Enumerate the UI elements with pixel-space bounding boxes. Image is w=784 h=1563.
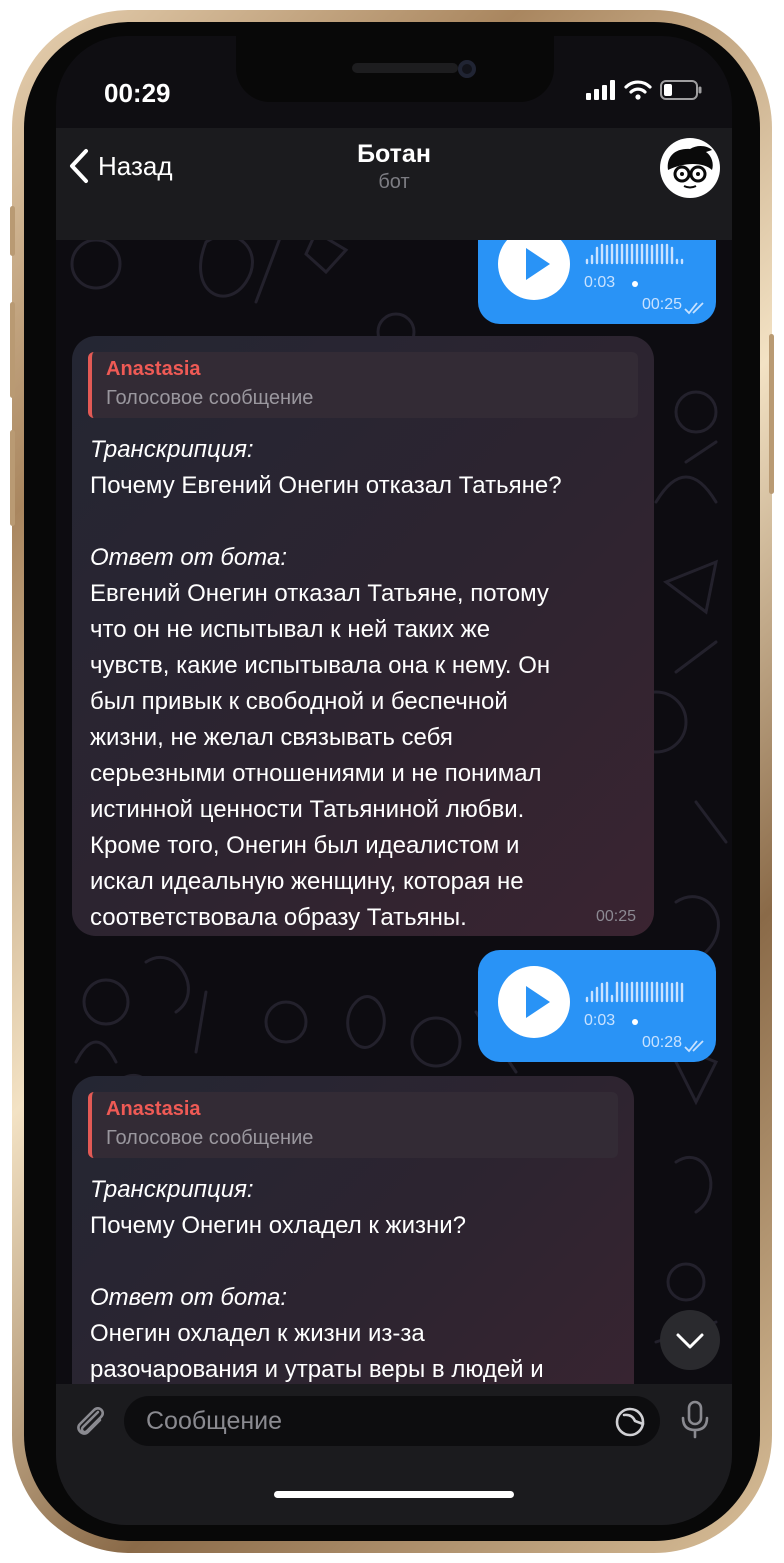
status-time: 00:29 xyxy=(104,78,171,108)
transcription-label: Транскрипция: xyxy=(90,436,254,463)
voice-waveform xyxy=(585,981,684,1003)
sticker-icon[interactable] xyxy=(614,1406,646,1438)
reply-preview[interactable]: Anastasia Голосовое сообщение xyxy=(88,1092,618,1158)
unplayed-dot xyxy=(632,1019,638,1025)
answer-label: Ответ от бота: xyxy=(90,1284,287,1311)
double-check-icon xyxy=(684,1040,704,1053)
microphone-icon[interactable] xyxy=(678,1400,712,1440)
chat-header: Назад Ботан бот xyxy=(56,128,732,240)
answer-line: искал идеальную женщину, которая не xyxy=(90,868,524,895)
home-indicator[interactable] xyxy=(274,1491,514,1498)
mute-switch xyxy=(10,206,15,256)
message-time: 00:28 xyxy=(641,1034,682,1051)
reply-snippet: Голосовое сообщение xyxy=(106,387,314,409)
message-input-bar xyxy=(56,1384,732,1525)
answer-line: разочарования и утраты веры в людей и xyxy=(90,1356,544,1383)
reply-author: Anastasia xyxy=(106,1098,201,1120)
battery-icon xyxy=(660,80,702,100)
status-icons xyxy=(586,80,702,100)
answer-line: соответствовала образу Татьяны. xyxy=(90,904,467,931)
answer-label: Ответ от бота: xyxy=(90,544,287,571)
outgoing-voice-message[interactable]: 0:03 00:28 xyxy=(478,950,716,1062)
front-camera xyxy=(458,60,476,78)
reply-author: Anastasia xyxy=(106,358,201,380)
answer-line: чувств, какие испытывала она к нему. Он xyxy=(90,652,551,679)
voice-duration: 0:03 xyxy=(584,274,616,291)
nerd-glasses-avatar xyxy=(667,146,713,189)
power-button xyxy=(769,334,774,494)
voice-duration: 0:03 xyxy=(584,1012,616,1029)
message-time: 00:25 xyxy=(641,296,682,313)
paperclip-icon[interactable] xyxy=(72,1404,108,1440)
chevron-down-icon xyxy=(676,1333,704,1349)
transcription-text: Почему Онегин охладел к жизни? xyxy=(90,1212,467,1239)
answer-line: истинной ценности Татьяниной любви. xyxy=(90,796,525,823)
play-icon xyxy=(526,986,550,1018)
message-time: 00:25 xyxy=(595,908,636,925)
answer-line: Онегин охладел к жизни из-за xyxy=(90,1320,425,1347)
voice-waveform xyxy=(585,243,684,265)
reply-preview[interactable]: Anastasia Голосовое сообщение xyxy=(88,352,638,418)
reply-snippet: Голосовое сообщение xyxy=(106,1127,314,1149)
answer-line: серьезными отношениями и не понимал xyxy=(90,760,542,787)
answer-line: жизни, не желал связывать себя xyxy=(90,724,453,751)
answer-line: Кроме того, Онегин был идеалистом и xyxy=(90,832,520,859)
message-text: Транскрипция: Почему Евгений Онегин отка… xyxy=(90,432,562,936)
message-input[interactable] xyxy=(124,1396,660,1446)
transcription-label: Транскрипция: xyxy=(90,1176,254,1203)
cellular-signal-icon xyxy=(586,80,615,100)
earpiece-speaker xyxy=(352,63,458,73)
double-check-icon xyxy=(684,302,704,315)
phone-screen: 00:29 Назад Ботан бот 0:03 00:25 Anastas… xyxy=(56,36,732,1525)
unplayed-dot xyxy=(632,281,638,287)
incoming-text-message[interactable]: Anastasia Голосовое сообщение Транскрипц… xyxy=(72,1076,634,1384)
message-text: Транскрипция: Почему Онегин охладел к жи… xyxy=(90,1172,544,1384)
answer-line: был привык к свободной и беспечной xyxy=(90,688,508,715)
play-button[interactable] xyxy=(498,966,570,1038)
answer-line: Евгений Онегин отказал Татьяне, потому xyxy=(90,580,549,607)
bot-avatar[interactable] xyxy=(660,138,720,198)
answer-line: что он не испытывал к ней таких же xyxy=(90,616,491,643)
chat-area[interactable]: 0:03 00:25 Anastasia Голосовое сообщение… xyxy=(56,202,732,1384)
chat-title: Ботан xyxy=(357,140,431,168)
volume-down-button xyxy=(10,430,15,526)
chat-subtitle: бот xyxy=(378,171,410,193)
volume-up-button xyxy=(10,302,15,398)
wifi-icon xyxy=(624,80,652,100)
incoming-text-message[interactable]: Anastasia Голосовое сообщение Транскрипц… xyxy=(72,336,654,936)
scroll-down-button[interactable] xyxy=(660,1310,720,1370)
transcription-text: Почему Евгений Онегин отказал Татьяне? xyxy=(90,472,562,499)
